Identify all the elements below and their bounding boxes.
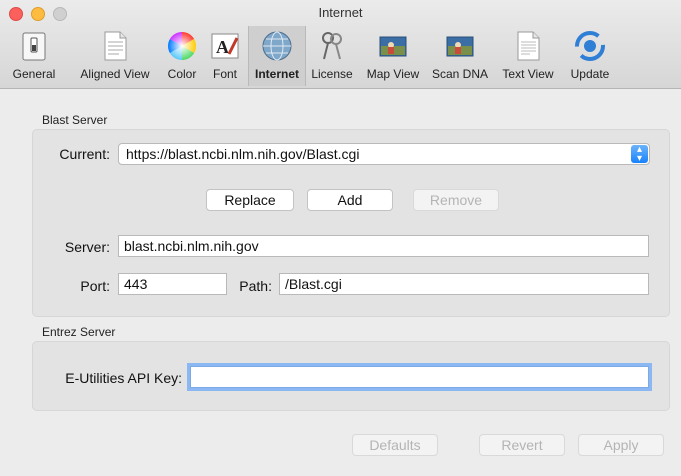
window-title: Internet	[318, 5, 363, 20]
port-field[interactable]: 443	[118, 273, 227, 295]
toolbar-item-scan-dna[interactable]: Scan DNA	[426, 26, 494, 86]
toolbar-label: Text View	[502, 67, 554, 81]
add-button[interactable]: Add	[307, 189, 393, 211]
toolbar-label: General	[12, 67, 56, 81]
toolbar-label: Aligned View	[80, 67, 150, 81]
entrez-server-section-title: Entrez Server	[42, 325, 116, 339]
remove-button[interactable]: Remove	[413, 189, 499, 211]
current-label: Current:	[59, 146, 110, 162]
toolbar-label: Font	[212, 67, 237, 81]
aligned-document-icon	[104, 31, 127, 61]
scan-picture-icon	[446, 36, 474, 57]
server-field[interactable]: blast.ncbi.nlm.nih.gov	[118, 235, 649, 257]
title-bar: Internet General Aligned View Color A Fo…	[0, 0, 681, 89]
server-label: Server:	[64, 239, 110, 255]
toolbar-label: License	[311, 67, 353, 81]
toolbar-item-aligned-view[interactable]: Aligned View	[68, 26, 162, 86]
current-server-value: https://blast.ncbi.nlm.nih.gov/Blast.cgi	[126, 146, 360, 162]
toolbar-label: Update	[570, 67, 610, 81]
toolbar-item-general[interactable]: General	[0, 26, 68, 86]
toolbar-item-map-view[interactable]: Map View	[360, 26, 426, 86]
toolbar-item-update[interactable]: Update	[562, 26, 618, 86]
port-label: Port:	[80, 278, 110, 294]
path-label: Path:	[239, 278, 272, 294]
toolbar-item-color[interactable]: Color	[162, 26, 202, 86]
api-key-label: E-Utilities API Key:	[65, 370, 182, 386]
svg-text:A: A	[216, 37, 229, 57]
api-key-field[interactable]	[190, 366, 649, 388]
text-document-icon	[517, 31, 540, 61]
map-picture-icon	[379, 36, 407, 57]
replace-button[interactable]: Replace	[206, 189, 294, 211]
globe-icon	[262, 31, 292, 61]
toolbar-item-license[interactable]: License	[304, 26, 360, 86]
color-wheel-icon	[168, 32, 196, 60]
general-switch-icon	[22, 32, 46, 61]
blast-server-section-title: Blast Server	[42, 113, 108, 127]
update-icon	[575, 31, 605, 61]
popup-arrows-icon: ▴ ▾	[631, 145, 648, 164]
apply-button[interactable]: Apply	[578, 434, 664, 456]
current-server-popup[interactable]: https://blast.ncbi.nlm.nih.gov/Blast.cgi…	[118, 143, 650, 165]
toolbar-item-font[interactable]: A Font	[202, 26, 248, 86]
path-field[interactable]: /Blast.cgi	[279, 273, 649, 295]
preferences-window: Internet General Aligned View Color A Fo…	[0, 0, 681, 476]
revert-button[interactable]: Revert	[479, 434, 565, 456]
toolbar-item-text-view[interactable]: Text View	[494, 26, 562, 86]
toolbar-item-internet[interactable]: Internet	[248, 26, 306, 86]
keys-icon	[322, 32, 342, 60]
toolbar-label: Map View	[366, 67, 420, 81]
toolbar-label: Scan DNA	[431, 67, 489, 81]
toolbar-label: Color	[167, 67, 197, 81]
font-icon: A	[211, 33, 239, 59]
toolbar-label: Internet	[254, 67, 299, 81]
defaults-button[interactable]: Defaults	[352, 434, 438, 456]
